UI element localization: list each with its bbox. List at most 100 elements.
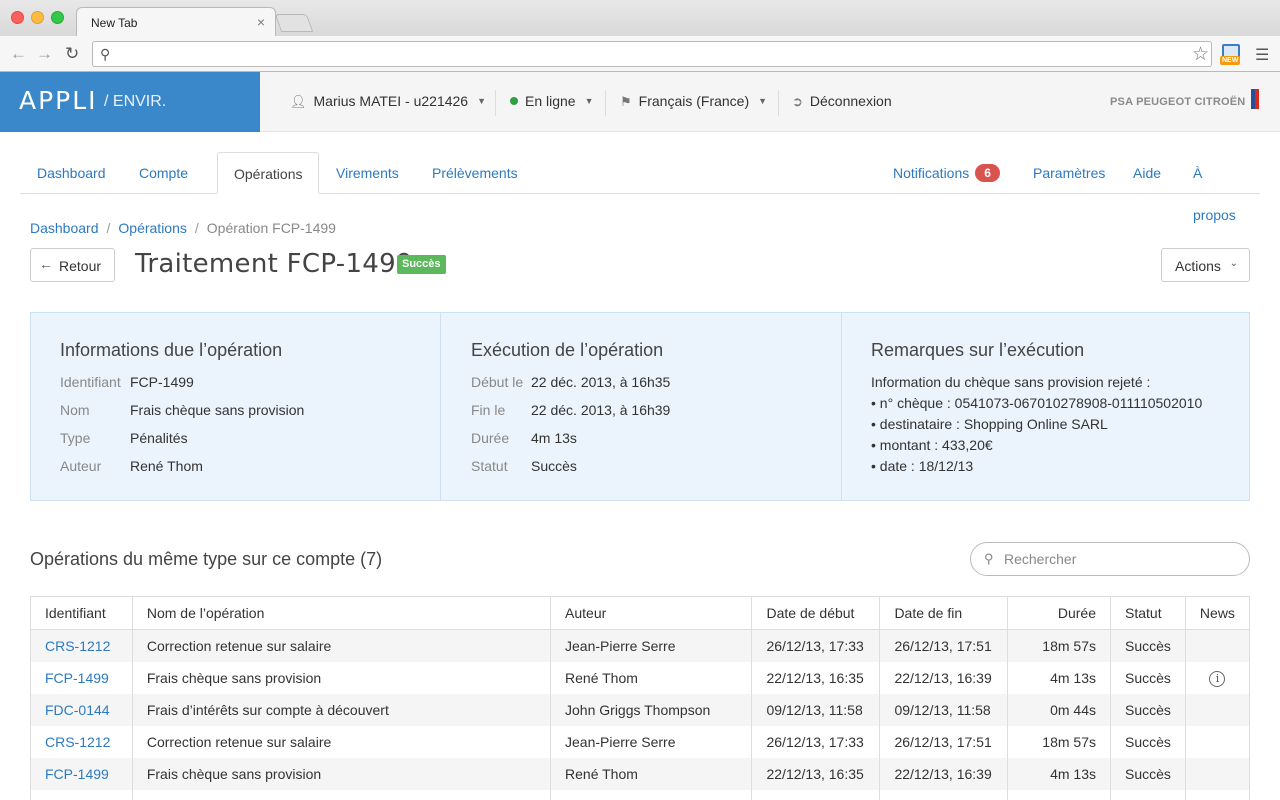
operation-end-cell: 26/12/13, 17:51: [879, 725, 1009, 758]
operation-id-link[interactable]: FCP-1499: [45, 670, 109, 686]
column-header-status[interactable]: Statut: [1110, 596, 1186, 630]
tab-close-icon[interactable]: ×: [257, 14, 265, 30]
table-row[interactable]: FCP-1499 Frais chèque sans provision René …: [30, 661, 1251, 694]
column-header-author[interactable]: Auteur: [550, 596, 753, 630]
operation-news-cell: [1184, 757, 1251, 790]
breadcrumb-separator: /: [106, 220, 111, 236]
tab-prelevements[interactable]: Prélèvements: [416, 152, 534, 194]
about-link[interactable]: À propos: [1177, 152, 1260, 223]
info-value: 22 déc. 2013, à 16h39: [531, 402, 671, 418]
header-divider: [605, 90, 606, 116]
notifications-link[interactable]: Notifications 6: [877, 152, 1016, 194]
operation-name-cell: Frais d’intérêts sur compte à découvert: [131, 789, 552, 800]
logout-icon: ➲: [792, 94, 803, 109]
breadcrumb-current: Opération FCP-1499: [206, 220, 336, 236]
reload-icon[interactable]: ↻: [65, 44, 79, 64]
status-menu[interactable]: En ligne ▼: [510, 93, 594, 109]
main-nav: Dashboard Compte Opérations Virements Pr…: [20, 152, 1260, 223]
remark-line: • montant : 433,20€: [871, 437, 993, 453]
table-row[interactable]: FCP-1499 Frais chèque sans provision René …: [30, 757, 1251, 790]
window-minimize-button[interactable]: [31, 11, 44, 24]
user-menu[interactable]: 👤︎ Marius MATEI - u221426 ▼: [290, 93, 486, 110]
search-field[interactable]: ⚲: [970, 542, 1250, 576]
operation-id-link: FDC-0144: [30, 693, 133, 726]
remark-line: • destinataire : Shopping Online SARL: [871, 416, 1108, 432]
operation-news-cell: [1184, 693, 1251, 726]
remarks-title: Remarques sur l’exécution: [871, 340, 1085, 360]
operation-id-link[interactable]: CRS-1212: [45, 734, 110, 750]
chevron-down-icon: ▼: [758, 96, 768, 106]
new-tab-button[interactable]: [274, 14, 314, 32]
table-row[interactable]: FDC-0144Frais d’intérêts sur compte à dé…: [30, 789, 1251, 800]
operation-news-cell: [1184, 789, 1251, 800]
notifications-label: Notifications: [893, 165, 970, 181]
search-input[interactable]: [1004, 549, 1234, 569]
window-close-button[interactable]: [11, 11, 24, 24]
operation-duration-cell: 18m 57s: [1007, 725, 1111, 758]
operation-id-link[interactable]: CRS-1212: [45, 638, 110, 654]
operation-news-cell: [1184, 629, 1251, 662]
remark-line: • n° chèque : 0541073-067010278908-01111…: [871, 395, 1203, 411]
operation-name-cell: Correction retenue sur salaire: [131, 725, 552, 758]
info-label: Durée: [471, 430, 510, 446]
tab-virements[interactable]: Virements: [320, 152, 415, 194]
notifications-count-badge: 6: [975, 164, 1000, 182]
arrow-left-icon: ←: [39, 256, 53, 272]
table-row[interactable]: CRS-1212 Correction retenue sur salaire Je…: [30, 629, 1251, 662]
column-header-news[interactable]: News: [1184, 596, 1251, 630]
back-button[interactable]: ← Retour: [30, 248, 115, 282]
tab-compte[interactable]: Compte: [123, 152, 204, 194]
operation-start-cell: 26/12/13, 17:33: [751, 629, 881, 662]
operation-end-cell: 09/12/13, 11:58: [879, 693, 1009, 726]
column-header-end[interactable]: Date de fin: [879, 596, 1009, 630]
operation-author-cell: René Thom: [550, 661, 753, 694]
column-header-name[interactable]: Nom de l’opération: [131, 596, 552, 630]
table-row[interactable]: CRS-1212 Correction retenue sur salaire Je…: [30, 725, 1251, 758]
info-label: Fin le: [471, 402, 506, 418]
breadcrumb-operations[interactable]: Opérations: [118, 220, 186, 236]
help-link[interactable]: Aide: [1117, 152, 1177, 194]
operation-status-cell: Succès: [1110, 789, 1186, 800]
browser-menu-icon[interactable]: ☰: [1255, 45, 1269, 65]
execution-info-column: Exécution de l’opération Début le 22 déc…: [440, 313, 841, 500]
brand-name: APPLI: [19, 86, 98, 115]
chevron-down-icon: ▼: [477, 96, 487, 106]
logout-link[interactable]: ➲ Déconnexion: [792, 93, 892, 110]
browser-tab[interactable]: New Tab ×: [76, 7, 276, 36]
operation-end-cell: 22/12/13, 16:39: [879, 661, 1009, 694]
operation-id-link[interactable]: FCP-1499: [45, 766, 109, 782]
extension-icon[interactable]: NEW: [1220, 44, 1242, 68]
online-status-dot: [510, 97, 518, 105]
operation-status-cell: Succès: [1110, 629, 1186, 662]
brand-logo[interactable]: APPLI / ENVIR.: [0, 72, 260, 132]
window-zoom-button[interactable]: [51, 11, 64, 24]
operation-start-cell: 09/12/13, 11:58: [751, 693, 881, 726]
back-arrow-icon[interactable]: ←: [10, 44, 27, 64]
table-row[interactable]: FDC-0144 Frais d’intérêts sur compte à dé…: [30, 693, 1251, 726]
operation-duration-cell: 4m 13s: [1007, 661, 1111, 694]
operation-name-cell: Frais d’intérêts sur compte à découvert: [131, 693, 552, 726]
breadcrumb-dashboard[interactable]: Dashboard: [30, 220, 99, 236]
address-bar[interactable]: ⚲ ☆: [92, 41, 1212, 67]
settings-link[interactable]: Paramètres: [1017, 152, 1121, 194]
operation-id-link: FDC-0144: [30, 789, 133, 800]
chevron-down-icon: ▼: [584, 96, 594, 106]
tab-operations[interactable]: Opérations: [217, 152, 320, 194]
language-menu[interactable]: ⚑ Français (France) ▼: [620, 93, 767, 110]
forward-arrow-icon[interactable]: →: [36, 44, 53, 64]
column-header-duration[interactable]: Durée: [1007, 596, 1111, 630]
info-circle-icon[interactable]: i: [1209, 670, 1226, 687]
column-header-start[interactable]: Date de début: [751, 596, 881, 630]
info-value: Succès: [531, 458, 577, 474]
operation-news-cell: [1184, 725, 1251, 758]
operation-start-cell: 26/12/13, 17:33: [751, 725, 881, 758]
operation-name-cell: Frais chèque sans provision: [131, 661, 552, 694]
tab-dashboard[interactable]: Dashboard: [21, 152, 122, 194]
info-value: René Thom: [130, 458, 203, 474]
bookmark-star-icon[interactable]: ☆: [1192, 43, 1209, 66]
actions-button[interactable]: Actions ⌄: [1161, 248, 1250, 282]
operation-status-cell: Succès: [1110, 661, 1186, 694]
column-header-id[interactable]: Identifiant: [30, 596, 133, 630]
operation-duration-cell: 0m 44s: [1007, 693, 1111, 726]
operation-id-link[interactable]: FDC-0144: [45, 702, 110, 718]
